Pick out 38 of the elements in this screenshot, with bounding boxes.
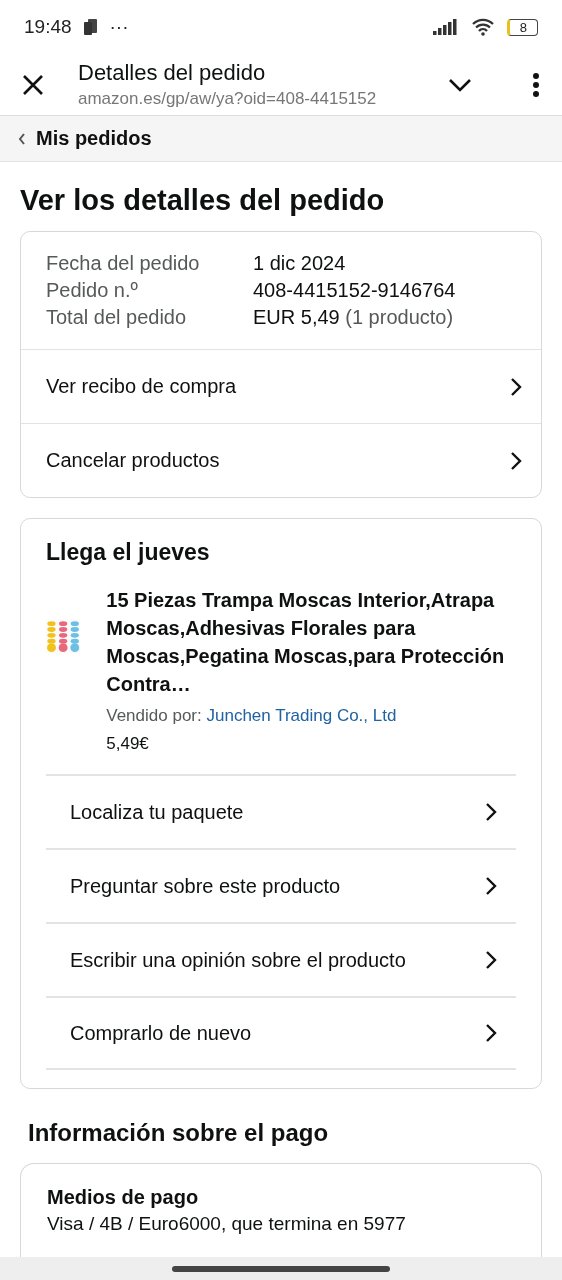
field-value: EUR 5,49 xyxy=(253,306,340,329)
back-chevron-icon[interactable] xyxy=(18,132,26,145)
home-indicator[interactable] xyxy=(172,1265,390,1272)
wifi-icon xyxy=(470,18,495,37)
chevron-right-icon xyxy=(509,375,523,398)
heading: Ver los detalles del pedido xyxy=(20,184,386,218)
close-icon[interactable] xyxy=(22,73,44,96)
field-value: 408-4415152-9146764 xyxy=(253,279,456,302)
field-value: 1 dic 2024 xyxy=(253,252,346,275)
page-title: Detalles del pedido xyxy=(78,60,267,87)
field-label: Pedido n.º xyxy=(46,279,139,303)
chevron-down-icon[interactable] xyxy=(448,77,472,92)
action-row[interactable]: Preguntar sobre este producto xyxy=(46,848,516,923)
seller-text: Vendido por: Junchen Trading Co., Ltd xyxy=(106,706,398,727)
payment-heading: Información sobre el pago xyxy=(28,1119,330,1148)
my-orders-link[interactable]: Mis pedidos xyxy=(36,127,152,151)
url-text: amazon.es/gp/aw/ya?oid=408-4415152 xyxy=(78,89,378,110)
phone-icon xyxy=(83,19,98,36)
action-row[interactable]: Escribir una opinión sobre el producto xyxy=(46,922,516,997)
payment-method-text: Visa / 4B / Euro6000, que termina en 5977 xyxy=(47,1213,407,1236)
status-time: 19:48 xyxy=(24,16,72,39)
signal-icon xyxy=(432,19,459,36)
delivery-heading: Llega el jueves xyxy=(46,539,211,567)
field-note: (1 producto) xyxy=(345,306,454,329)
field-label: Total del pedido xyxy=(46,306,188,330)
seller-link[interactable]: Junchen Trading Co., Ltd xyxy=(206,706,397,726)
status-dots: ··· xyxy=(109,16,129,39)
battery-icon: 8 xyxy=(506,18,538,36)
action-row[interactable]: Localiza tu paquete xyxy=(46,774,516,849)
product-price: 5,49€ xyxy=(106,734,150,755)
order-link-row[interactable]: Cancelar productos xyxy=(21,423,541,498)
more-icon[interactable] xyxy=(532,71,540,98)
field-label: Fecha del pedido xyxy=(46,252,201,276)
action-row[interactable]: Comprarlo de nuevo xyxy=(46,996,516,1071)
chevron-right-icon xyxy=(509,449,523,472)
order-link-row[interactable]: Ver recibo de compra xyxy=(21,349,541,424)
product-title[interactable]: 15 Piezas Trampa Moscas Interior,Atrapa Moscas,Adhesivas Florales para Moscas,Pegatina Moscas,para Protección Contra… xyxy=(106,586,516,699)
payment-method-title: Medios de pago xyxy=(47,1186,200,1210)
